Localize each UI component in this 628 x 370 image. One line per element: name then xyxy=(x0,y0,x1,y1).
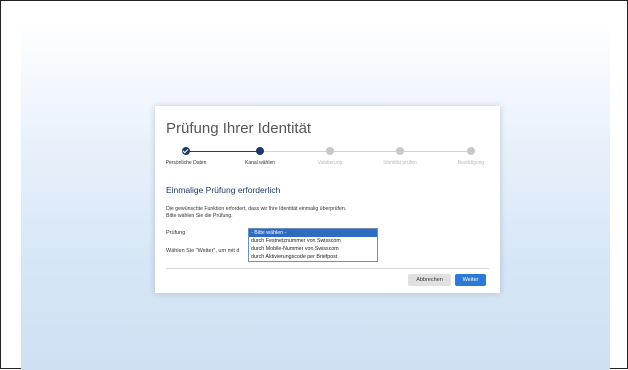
footer-divider xyxy=(166,268,489,269)
step-validierung: Validierung xyxy=(299,147,361,166)
next-button[interactable]: Weiter xyxy=(455,274,486,286)
select-option-festnetz[interactable]: durch Festnetznummer von Swisscom xyxy=(249,237,377,245)
dialog-title: Prüfung Ihrer Identität xyxy=(166,120,312,137)
active-step-dot-icon xyxy=(256,147,264,155)
description-line-1: Die gewünschte Funktion erfordert, dass … xyxy=(166,206,347,212)
step-label: Persönliche Daten xyxy=(165,160,207,166)
pending-step-dot-icon xyxy=(396,147,404,155)
select-option-mobile[interactable]: durch Mobile-Nummer von Swisscom xyxy=(249,245,377,253)
check-icon xyxy=(182,147,190,155)
select-option-placeholder[interactable]: - Bitte wählen - xyxy=(249,229,377,237)
cancel-button[interactable]: Abbrechen xyxy=(408,274,451,286)
screen-frame: Prüfung Ihrer Identität Persönliche Date… xyxy=(0,0,628,370)
progress-stepper: Persönliche Daten Kanal wählen Validieru… xyxy=(155,147,500,171)
pruefung-select-dropdown[interactable]: - Bitte wählen - durch Festnetznummer vo… xyxy=(248,228,378,262)
continue-hint-text: Wählen Sie "Weiter", um mit d xyxy=(166,248,240,254)
pending-step-dot-icon xyxy=(326,147,334,155)
select-option-briefpost[interactable]: durch Aktivierungscode per Briefpost xyxy=(249,253,377,261)
step-label: Kanal wählen xyxy=(244,160,276,166)
pruefung-field-label: Prüfung xyxy=(166,230,186,236)
description-text: Die gewünschte Funktion erfordert, dass … xyxy=(166,206,346,219)
step-label: Validierung xyxy=(317,160,343,166)
step-identitaet-pruefen: Identität prüfen xyxy=(369,147,431,166)
step-kanal-waehlen: Kanal wählen xyxy=(229,147,291,166)
step-persoenliche-daten: Persönliche Daten xyxy=(155,147,217,166)
description-line-2: Bitte wählen Sie die Prüfung. xyxy=(166,212,233,219)
section-heading: Einmalige Prüfung erforderlich xyxy=(166,185,281,195)
pending-step-dot-icon xyxy=(467,147,475,155)
identity-check-dialog: Prüfung Ihrer Identität Persönliche Date… xyxy=(155,106,500,293)
step-label: Identität prüfen xyxy=(383,160,417,166)
step-bestaetigung: Bestätigung xyxy=(440,147,502,166)
step-label: Bestätigung xyxy=(457,160,485,166)
